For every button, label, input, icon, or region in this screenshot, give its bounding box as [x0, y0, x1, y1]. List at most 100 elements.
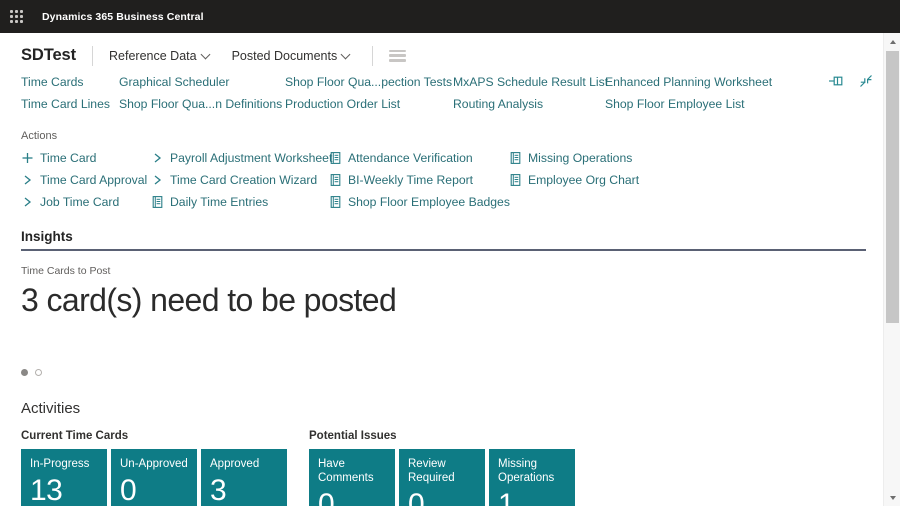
- tile-missing-operations[interactable]: Missing Operations 1: [489, 449, 575, 506]
- report-document-icon: [509, 151, 522, 165]
- tile-caption: Approved: [210, 457, 279, 471]
- report-document-icon: [329, 195, 342, 209]
- insights-subtitle: Time Cards to Post: [21, 265, 900, 277]
- action-bi-weekly-time-report[interactable]: BI-Weekly Time Report: [329, 171, 509, 189]
- bookmark-pin-icon[interactable]: [828, 73, 844, 89]
- action-time-card-creation-wizard[interactable]: Time Card Creation Wizard: [151, 171, 329, 189]
- quick-links-grid: Time Cards Graphical Scheduler Shop Floo…: [21, 73, 900, 113]
- insights-region: Insights Time Cards to Post 3 card(s) ne…: [0, 229, 900, 376]
- carousel-dot-1[interactable]: [21, 369, 28, 376]
- tile-group-potential-issues: Potential Issues Have Comments 0 Review …: [309, 430, 575, 506]
- report-document-icon: [329, 173, 342, 187]
- tile-value: 13: [30, 473, 99, 506]
- scrollbar-thumb[interactable]: [886, 51, 899, 323]
- quick-link-production-order-list[interactable]: Production Order List: [285, 95, 453, 113]
- action-shop-floor-employee-badges[interactable]: Shop Floor Employee Badges: [329, 193, 509, 211]
- tile-in-progress[interactable]: In-Progress 13: [21, 449, 107, 506]
- menu-posted-documents[interactable]: Posted Documents: [232, 49, 351, 63]
- chevron-right-icon: [151, 151, 164, 165]
- quick-link-mxaps-schedule-result-list[interactable]: MxAPS Schedule Result List: [453, 73, 605, 91]
- chevron-right-icon: [151, 173, 164, 187]
- action-payroll-adjustment-worksheet-label: Payroll Adjustment Worksheet: [170, 149, 332, 167]
- scroll-down-arrow-icon[interactable]: [884, 489, 900, 506]
- action-shop-floor-employee-badges-label: Shop Floor Employee Badges: [348, 193, 510, 211]
- action-job-time-card-label: Job Time Card: [40, 193, 119, 211]
- activities-region: Activities Current Time Cards In-Progres…: [0, 400, 900, 506]
- tile-value: 3: [210, 473, 279, 506]
- quick-link-time-card-lines[interactable]: Time Card Lines: [21, 95, 119, 113]
- report-document-icon: [151, 195, 164, 209]
- action-payroll-adjustment-worksheet[interactable]: Payroll Adjustment Worksheet: [151, 149, 329, 167]
- vertical-scrollbar[interactable]: [883, 33, 900, 506]
- quick-link-shop-floor-employee-list[interactable]: Shop Floor Employee List: [605, 95, 900, 113]
- app-launcher-waffle-icon[interactable]: [7, 8, 25, 26]
- tile-group-label: Potential Issues: [309, 430, 575, 442]
- tile-caption: In-Progress: [30, 457, 99, 471]
- tile-value: 0: [408, 487, 477, 506]
- action-daily-time-entries-label: Daily Time Entries: [170, 193, 268, 211]
- quick-link-routing-analysis[interactable]: Routing Analysis: [453, 95, 605, 113]
- action-job-time-card[interactable]: Job Time Card: [21, 193, 151, 211]
- action-time-card-approval-label: Time Card Approval: [40, 171, 147, 189]
- action-missing-operations[interactable]: Missing Operations: [509, 149, 900, 167]
- divider: [92, 46, 93, 66]
- tile-have-comments[interactable]: Have Comments 0: [309, 449, 395, 506]
- action-time-card-creation-wizard-label: Time Card Creation Wizard: [170, 171, 317, 189]
- tile-approved[interactable]: Approved 3: [201, 449, 287, 506]
- menu-reference-data-label: Reference Data: [109, 49, 197, 63]
- action-daily-time-entries[interactable]: Daily Time Entries: [151, 193, 329, 211]
- quick-link-graphical-scheduler[interactable]: Graphical Scheduler: [119, 73, 285, 91]
- chevron-down-icon: [342, 51, 350, 59]
- actions-region: Actions Time Card Payroll Adjustment Wor…: [0, 113, 900, 211]
- app-title: Dynamics 365 Business Central: [42, 11, 204, 23]
- tile-caption: Have Comments: [318, 457, 387, 485]
- carousel-dot-2[interactable]: [35, 369, 42, 376]
- company-name[interactable]: SDTest: [21, 46, 76, 65]
- action-attendance-verification-label: Attendance Verification: [348, 149, 473, 167]
- insights-headline: 3 card(s) need to be posted: [21, 279, 900, 321]
- action-employee-org-chart[interactable]: Employee Org Chart: [509, 171, 900, 189]
- window-title-bar: Dynamics 365 Business Central: [0, 0, 900, 33]
- tile-caption: Review Required: [408, 457, 477, 485]
- divider: [372, 46, 373, 66]
- tile-value: 0: [120, 473, 189, 506]
- navigation-bar: SDTest Reference Data Posted Documents: [0, 33, 900, 65]
- menu-posted-documents-label: Posted Documents: [232, 49, 338, 63]
- hamburger-menu-icon[interactable]: [389, 50, 406, 62]
- activities-heading: Activities: [21, 400, 900, 417]
- report-document-icon: [509, 173, 522, 187]
- action-attendance-verification[interactable]: Attendance Verification: [329, 149, 509, 167]
- action-time-card-label: Time Card: [40, 149, 96, 167]
- quick-link-shop-floor-inspection-tests[interactable]: Shop Floor Qua...pection Tests: [285, 73, 453, 91]
- action-employee-org-chart-label: Employee Org Chart: [528, 171, 639, 189]
- chevron-right-icon: [21, 173, 34, 187]
- action-time-card-approval[interactable]: Time Card Approval: [21, 171, 151, 189]
- tile-group-current-time-cards: Current Time Cards In-Progress 13 Un-App…: [21, 430, 287, 506]
- menu-reference-data[interactable]: Reference Data: [109, 49, 210, 63]
- tile-review-required[interactable]: Review Required 0: [399, 449, 485, 506]
- tile-un-approved[interactable]: Un-Approved 0: [111, 449, 197, 506]
- scroll-up-arrow-icon[interactable]: [884, 33, 900, 50]
- quick-links-region: Time Cards Graphical Scheduler Shop Floo…: [0, 65, 900, 113]
- action-time-card[interactable]: Time Card: [21, 149, 151, 167]
- actions-heading: Actions: [21, 130, 900, 142]
- actions-grid: Time Card Payroll Adjustment Worksheet A…: [21, 149, 900, 211]
- quick-link-time-cards[interactable]: Time Cards: [21, 73, 119, 91]
- tile-caption: Un-Approved: [120, 457, 189, 471]
- insights-heading: Insights: [21, 229, 900, 244]
- tile-group-label: Current Time Cards: [21, 430, 287, 442]
- insights-divider: [21, 249, 866, 251]
- report-document-icon: [329, 151, 342, 165]
- collapse-arrows-icon[interactable]: [858, 73, 874, 89]
- page-actions-icons: [828, 73, 874, 89]
- tile-value: 1: [498, 487, 567, 506]
- chevron-down-icon: [202, 51, 210, 59]
- insights-carousel-dots: [21, 369, 900, 376]
- tile-value: 0: [318, 487, 387, 506]
- tile-row: Have Comments 0 Review Required 0 Missin…: [309, 449, 575, 506]
- chevron-right-icon: [21, 195, 34, 209]
- plus-icon: [21, 151, 34, 165]
- tile-row: In-Progress 13 Un-Approved 0 Approved 3: [21, 449, 287, 506]
- quick-link-shop-floor-definitions[interactable]: Shop Floor Qua...n Definitions: [119, 95, 285, 113]
- action-bi-weekly-time-report-label: BI-Weekly Time Report: [348, 171, 473, 189]
